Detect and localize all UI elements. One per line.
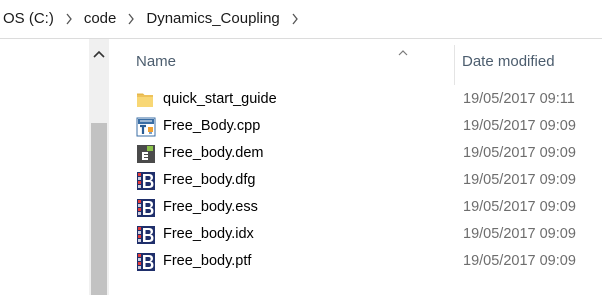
chevron-right-icon[interactable] — [58, 7, 80, 31]
folder-icon — [136, 90, 156, 110]
column-date-modified-header[interactable]: Date modified — [462, 53, 555, 70]
breadcrumb-item-drive[interactable]: OS (C:) — [0, 7, 58, 31]
breadcrumb-item-dynamics-coupling[interactable]: Dynamics_Coupling — [142, 7, 283, 31]
file-name: Free_body.idx — [163, 226, 254, 242]
list-item[interactable]: Free_body.dfg 19/05/2017 09:09 — [112, 167, 602, 194]
scroll-up-button[interactable] — [89, 39, 109, 69]
file-date: 19/05/2017 09:09 — [463, 253, 576, 269]
sort-ascending-icon — [398, 43, 408, 60]
chevron-right-icon[interactable] — [284, 7, 306, 31]
list-item[interactable]: Free_Body.cpp 19/05/2017 09:09 — [112, 113, 602, 140]
file-name: quick_start_guide — [163, 91, 277, 107]
column-header: Name Date modified — [112, 39, 602, 85]
breadcrumb[interactable]: OS (C:) code Dynamics_Coupling — [0, 0, 602, 39]
chevron-up-icon — [93, 50, 105, 58]
list-item[interactable]: Free_body.ess 19/05/2017 09:09 — [112, 194, 602, 221]
file-date: 19/05/2017 09:11 — [463, 91, 575, 107]
file-name: Free_body.ess — [163, 199, 258, 215]
file-name: Free_body.dem — [163, 145, 264, 161]
chevron-right-icon[interactable] — [120, 7, 142, 31]
file-date: 19/05/2017 09:09 — [463, 226, 576, 242]
file-date: 19/05/2017 09:09 — [463, 145, 576, 161]
b-file-icon — [136, 225, 156, 245]
file-date: 19/05/2017 09:09 — [463, 118, 576, 134]
navigation-pane — [0, 39, 89, 295]
list-item[interactable]: Free_body.idx 19/05/2017 09:09 — [112, 221, 602, 248]
file-name: Free_body.ptf — [163, 253, 252, 269]
b-file-icon — [136, 198, 156, 218]
column-divider[interactable] — [454, 45, 455, 85]
breadcrumb-item-code[interactable]: code — [80, 7, 121, 31]
column-name-header[interactable]: Name — [136, 53, 176, 70]
b-file-icon — [136, 252, 156, 272]
file-list: quick_start_guide 19/05/2017 09:11 Free_… — [112, 86, 602, 295]
dem-file-icon — [136, 144, 156, 164]
vertical-scrollbar[interactable] — [89, 39, 109, 295]
b-file-icon — [136, 171, 156, 191]
cpp-file-icon — [136, 117, 156, 137]
file-name: Free_Body.cpp — [163, 118, 261, 134]
list-item[interactable]: quick_start_guide 19/05/2017 09:11 — [112, 86, 602, 113]
scroll-thumb[interactable] — [91, 123, 107, 295]
file-date: 19/05/2017 09:09 — [463, 199, 576, 215]
file-date: 19/05/2017 09:09 — [463, 172, 576, 188]
list-item[interactable]: Free_body.ptf 19/05/2017 09:09 — [112, 248, 602, 275]
file-explorer-window: OS (C:) code Dynamics_Coupling Name Date… — [0, 0, 602, 295]
file-name: Free_body.dfg — [163, 172, 256, 188]
list-item[interactable]: Free_body.dem 19/05/2017 09:09 — [112, 140, 602, 167]
